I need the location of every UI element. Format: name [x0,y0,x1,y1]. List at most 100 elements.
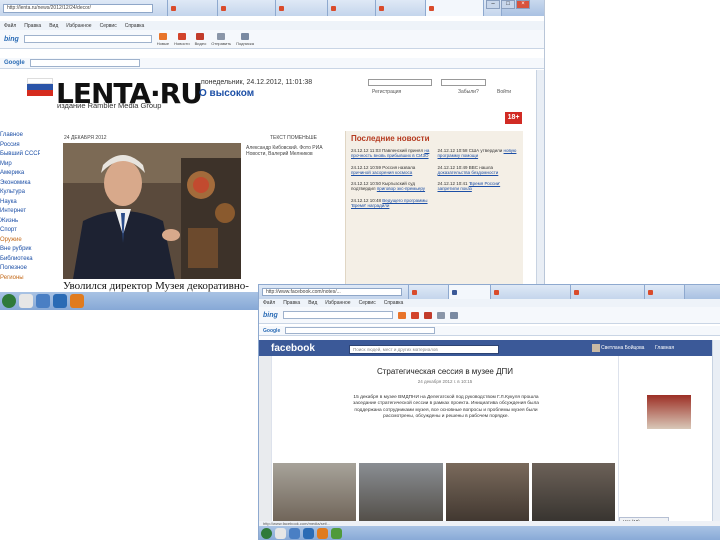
nav-link[interactable]: Регионы [0,274,40,284]
google-search-input[interactable] [29,59,140,67]
sidebar-ad-image[interactable] [647,395,691,429]
nav-link[interactable]: Оружие [0,236,40,246]
toolbar-button[interactable]: Новые [157,32,169,46]
lenta-about-link[interactable]: О высоком [199,88,254,99]
news-link[interactable]: причиной засорения космоса [351,170,412,175]
toolbar-button[interactable] [410,311,419,319]
address-bar[interactable]: http://www.facebook.com/notes/... [262,288,402,296]
ie-icon[interactable] [303,528,314,539]
browser-tab[interactable] [276,0,328,16]
menu-item[interactable]: Правка [283,300,300,306]
news-link[interactable]: приговор экс-премьеру [377,186,425,191]
browser-tab[interactable] [218,0,276,16]
toolbar-button[interactable]: Видео [195,32,206,46]
post-photo[interactable] [531,463,615,527]
nav-link[interactable]: Культура [0,188,40,198]
nav-link[interactable]: Интернет [0,207,40,217]
toolbar-button[interactable]: Новости [174,32,190,46]
browser-tab[interactable] [376,0,426,16]
menu-item[interactable]: Файл [4,23,16,29]
post-photo[interactable] [273,463,357,527]
nav-link[interactable]: Америка [0,169,40,179]
powerpoint-icon[interactable] [70,294,84,308]
browser-tab[interactable] [571,285,645,299]
address-bar[interactable]: http://lenta.ru/news/2012/12/24/decor/ [3,3,153,13]
settings-icon[interactable] [289,528,300,539]
bing-logo: bing [263,311,278,319]
browser-tab-active[interactable] [426,0,484,16]
start-button-icon[interactable] [261,528,272,539]
nav-link[interactable]: Спорт [0,226,40,236]
nav-link[interactable]: Полезное [0,264,40,274]
font-size-toggle[interactable]: ТЕКСТ ПОМЕНЬШЕ [270,135,317,141]
user-name-link[interactable]: Светлана Бойцова [601,345,644,351]
menu-item[interactable]: Справка [384,300,404,306]
vertical-scrollbar[interactable] [712,340,720,521]
toolbar-button[interactable]: Отправить [211,32,231,46]
menu-item[interactable]: Справка [125,23,145,29]
app-icon[interactable] [331,528,342,539]
bing-toolbar: bing Новые Новости Видео Отправить Подпи… [0,30,544,49]
login-field[interactable] [368,79,432,86]
minimize-icon[interactable]: – [486,0,500,9]
close-icon[interactable]: × [516,0,530,9]
subscribe-icon [241,32,250,40]
toolbar-button[interactable] [436,311,445,319]
vertical-scrollbar[interactable] [536,70,544,292]
google-search-input[interactable] [285,327,436,334]
browser-tab[interactable] [168,0,218,16]
favicon-icon [648,289,653,295]
nav-link[interactable]: Россия [0,141,40,151]
ie-icon[interactable] [53,294,67,308]
register-link[interactable]: Регистрация [372,89,401,95]
tab-bar: http://lenta.ru/news/2012/12/24/decor/ [0,0,544,16]
forgot-link[interactable]: Забыли? [458,89,479,95]
menu-item[interactable]: Вид [49,23,58,29]
bing-search-input[interactable] [282,311,393,319]
menu-item[interactable]: Файл [263,300,275,306]
avatar[interactable] [592,344,600,352]
home-link[interactable]: Главная [655,345,674,351]
powerpoint-icon[interactable] [317,528,328,539]
bing-search-input[interactable] [23,35,152,43]
start-button-icon[interactable] [2,294,16,308]
browser-tab[interactable] [328,0,376,16]
facebook-search-input[interactable]: Поиск людей, мест и других материалов [349,345,499,354]
menu-item[interactable]: Правка [24,23,41,29]
nav-link[interactable]: Главное [0,131,40,141]
post-photo[interactable] [445,463,529,527]
browser-tab[interactable] [491,285,571,299]
browser-tab[interactable] [409,285,449,299]
menu-item[interactable]: Вид [308,300,317,306]
menu-item[interactable]: Избранное [66,23,91,29]
facebook-logo[interactable]: facebook [271,343,315,354]
menu-item[interactable]: Сервис [100,23,117,29]
menu-item[interactable]: Избранное [325,300,350,306]
nav-link[interactable]: Мир [0,160,40,170]
explorer-icon[interactable] [19,294,33,308]
nav-link[interactable]: Вне рубрик [0,245,40,255]
toolbar-button[interactable] [423,311,432,319]
nav-link[interactable]: Библиотека [0,255,40,265]
news-link[interactable]: доказательства бездомности [438,170,499,175]
news-item: 24.12.12 10:59 Россия назвала причиной з… [351,164,416,175]
toolbar-button[interactable] [449,311,458,319]
browser-tab-active[interactable] [449,285,491,299]
nav-link[interactable]: Наука [0,198,40,208]
explorer-icon[interactable] [275,528,286,539]
toolbar-button[interactable] [397,311,406,319]
maximize-icon[interactable]: □ [501,0,515,9]
settings-icon[interactable] [36,294,50,308]
menu-item[interactable]: Сервис [359,300,376,306]
address-tab[interactable]: http://www.facebook.com/notes/... [259,285,409,299]
nav-link[interactable]: Экономика [0,179,40,189]
nav-link[interactable]: Жизнь [0,217,40,227]
address-tab[interactable]: http://lenta.ru/news/2012/12/24/decor/ [0,0,168,16]
toolbar-button[interactable]: Подписка [236,32,254,46]
post-photo[interactable] [359,463,443,527]
nav-link[interactable]: Бывший СССР [0,150,40,160]
article-headline[interactable]: Уволился директор Музея декоративно- [63,280,249,292]
browser-tab[interactable] [645,285,685,299]
password-field[interactable] [441,79,486,86]
login-button[interactable]: Войти [497,89,511,95]
